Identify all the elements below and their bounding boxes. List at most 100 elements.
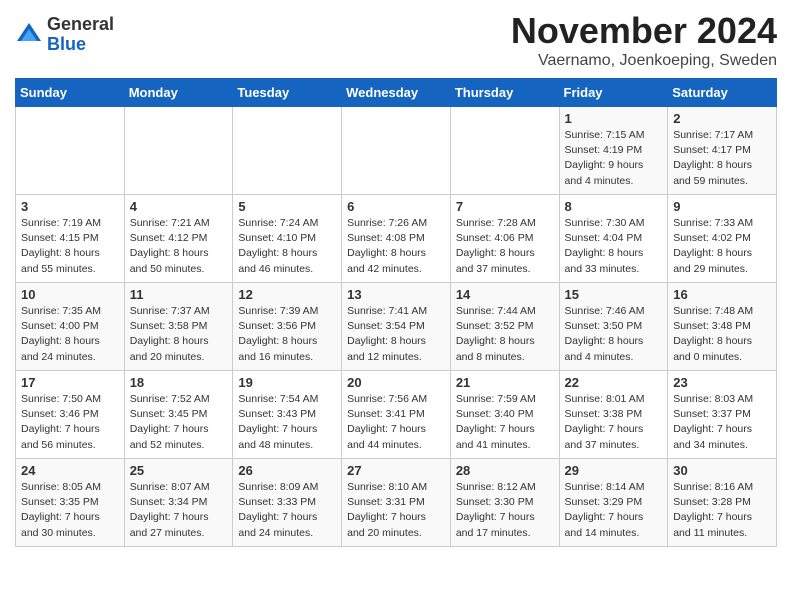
day-number: 18 — [130, 375, 228, 390]
day-number: 10 — [21, 287, 119, 302]
header-thursday: Thursday — [450, 79, 559, 107]
week-row-2: 3 Sunrise: 7:19 AM Sunset: 4:15 PM Daylig… — [16, 195, 777, 283]
calendar-body: 1 Sunrise: 7:15 AM Sunset: 4:19 PM Daylig… — [16, 107, 777, 547]
week-row-3: 10 Sunrise: 7:35 AM Sunset: 4:00 PM Dayli… — [16, 283, 777, 371]
calendar-table: SundayMondayTuesdayWednesdayThursdayFrid… — [15, 78, 777, 547]
calendar-cell: 11Sunrise: 7:37 AM Sunset: 3:58 PM Dayli… — [124, 283, 233, 371]
day-info: Sunrise: 7:59 AM Sunset: 3:40 PM Dayligh… — [456, 392, 554, 453]
day-number: 21 — [456, 375, 554, 390]
header-wednesday: Wednesday — [342, 79, 451, 107]
calendar-cell: 27 Sunrise: 8:10 AM Sunset: 3:31 PM Dayli… — [342, 459, 451, 547]
logo-blue-text: Blue — [47, 35, 114, 55]
calendar-cell — [233, 107, 342, 195]
calendar-cell: 14Sunrise: 7:44 AM Sunset: 3:52 PM Dayli… — [450, 283, 559, 371]
day-info: Sunrise: 7:15 AM Sunset: 4:19 PM Dayligh… — [565, 128, 663, 189]
day-info: Sunrise: 7:48 AM Sunset: 3:48 PM Dayligh… — [673, 304, 771, 365]
calendar-header: SundayMondayTuesdayWednesdayThursdayFrid… — [16, 79, 777, 107]
calendar-cell: 7 Sunrise: 7:28 AM Sunset: 4:06 PM Daylig… — [450, 195, 559, 283]
day-number: 25 — [130, 463, 228, 478]
logo-text: General Blue — [47, 15, 114, 55]
calendar-cell: 17 Sunrise: 7:50 AM Sunset: 3:46 PM Dayli… — [16, 371, 125, 459]
week-row-1: 1 Sunrise: 7:15 AM Sunset: 4:19 PM Daylig… — [16, 107, 777, 195]
day-info: Sunrise: 7:39 AM Sunset: 3:56 PM Dayligh… — [238, 304, 336, 365]
logo: General Blue — [15, 15, 114, 55]
logo-general-text: General — [47, 15, 114, 35]
calendar-cell — [16, 107, 125, 195]
location-title: Vaernamo, Joenkoeping, Sweden — [511, 52, 777, 70]
calendar-cell: 5Sunrise: 7:24 AM Sunset: 4:10 PM Daylig… — [233, 195, 342, 283]
day-info: Sunrise: 8:09 AM Sunset: 3:33 PM Dayligh… — [238, 480, 336, 541]
day-info: Sunrise: 8:16 AM Sunset: 3:28 PM Dayligh… — [673, 480, 771, 541]
day-number: 2 — [673, 111, 771, 126]
calendar-cell: 24Sunrise: 8:05 AM Sunset: 3:35 PM Dayli… — [16, 459, 125, 547]
day-info: Sunrise: 7:19 AM Sunset: 4:15 PM Dayligh… — [21, 216, 119, 277]
calendar-cell — [342, 107, 451, 195]
day-info: Sunrise: 7:56 AM Sunset: 3:41 PM Dayligh… — [347, 392, 445, 453]
calendar-cell: 18 Sunrise: 7:52 AM Sunset: 3:45 PM Dayli… — [124, 371, 233, 459]
day-number: 27 — [347, 463, 445, 478]
day-info: Sunrise: 7:54 AM Sunset: 3:43 PM Dayligh… — [238, 392, 336, 453]
calendar-cell: 15 Sunrise: 7:46 AM Sunset: 3:50 PM Dayli… — [559, 283, 668, 371]
calendar-cell: 9 Sunrise: 7:33 AM Sunset: 4:02 PM Daylig… — [668, 195, 777, 283]
day-number: 23 — [673, 375, 771, 390]
calendar-cell: 26 Sunrise: 8:09 AM Sunset: 3:33 PM Dayli… — [233, 459, 342, 547]
calendar-cell: 22 Sunrise: 8:01 AM Sunset: 3:38 PM Dayli… — [559, 371, 668, 459]
calendar-cell: 25Sunrise: 8:07 AM Sunset: 3:34 PM Dayli… — [124, 459, 233, 547]
day-number: 1 — [565, 111, 663, 126]
header-friday: Friday — [559, 79, 668, 107]
calendar-cell: 20 Sunrise: 7:56 AM Sunset: 3:41 PM Dayli… — [342, 371, 451, 459]
day-info: Sunrise: 8:05 AM Sunset: 3:35 PM Dayligh… — [21, 480, 119, 541]
calendar-cell: 23 Sunrise: 8:03 AM Sunset: 3:37 PM Dayli… — [668, 371, 777, 459]
header-tuesday: Tuesday — [233, 79, 342, 107]
day-number: 22 — [565, 375, 663, 390]
calendar-cell: 28Sunrise: 8:12 AM Sunset: 3:30 PM Dayli… — [450, 459, 559, 547]
day-number: 3 — [21, 199, 119, 214]
header-row: SundayMondayTuesdayWednesdayThursdayFrid… — [16, 79, 777, 107]
day-number: 8 — [565, 199, 663, 214]
day-number: 6 — [347, 199, 445, 214]
calendar-cell: 2 Sunrise: 7:17 AM Sunset: 4:17 PM Daylig… — [668, 107, 777, 195]
day-number: 5 — [238, 199, 336, 214]
calendar-cell: 8Sunrise: 7:30 AM Sunset: 4:04 PM Daylig… — [559, 195, 668, 283]
day-info: Sunrise: 7:17 AM Sunset: 4:17 PM Dayligh… — [673, 128, 771, 189]
day-number: 7 — [456, 199, 554, 214]
day-number: 12 — [238, 287, 336, 302]
day-number: 14 — [456, 287, 554, 302]
day-info: Sunrise: 7:21 AM Sunset: 4:12 PM Dayligh… — [130, 216, 228, 277]
day-info: Sunrise: 7:28 AM Sunset: 4:06 PM Dayligh… — [456, 216, 554, 277]
header-monday: Monday — [124, 79, 233, 107]
day-number: 11 — [130, 287, 228, 302]
day-info: Sunrise: 8:01 AM Sunset: 3:38 PM Dayligh… — [565, 392, 663, 453]
calendar-cell: 16 Sunrise: 7:48 AM Sunset: 3:48 PM Dayli… — [668, 283, 777, 371]
day-number: 17 — [21, 375, 119, 390]
calendar-cell: 4 Sunrise: 7:21 AM Sunset: 4:12 PM Daylig… — [124, 195, 233, 283]
day-number: 15 — [565, 287, 663, 302]
day-info: Sunrise: 8:03 AM Sunset: 3:37 PM Dayligh… — [673, 392, 771, 453]
day-info: Sunrise: 7:33 AM Sunset: 4:02 PM Dayligh… — [673, 216, 771, 277]
logo-icon — [15, 21, 43, 49]
day-info: Sunrise: 8:10 AM Sunset: 3:31 PM Dayligh… — [347, 480, 445, 541]
day-number: 4 — [130, 199, 228, 214]
day-number: 26 — [238, 463, 336, 478]
day-info: Sunrise: 7:46 AM Sunset: 3:50 PM Dayligh… — [565, 304, 663, 365]
day-info: Sunrise: 7:52 AM Sunset: 3:45 PM Dayligh… — [130, 392, 228, 453]
week-row-4: 17 Sunrise: 7:50 AM Sunset: 3:46 PM Dayli… — [16, 371, 777, 459]
day-number: 9 — [673, 199, 771, 214]
day-info: Sunrise: 7:50 AM Sunset: 3:46 PM Dayligh… — [21, 392, 119, 453]
day-info: Sunrise: 7:35 AM Sunset: 4:00 PM Dayligh… — [21, 304, 119, 365]
day-number: 20 — [347, 375, 445, 390]
day-number: 19 — [238, 375, 336, 390]
day-info: Sunrise: 8:12 AM Sunset: 3:30 PM Dayligh… — [456, 480, 554, 541]
calendar-cell: 6 Sunrise: 7:26 AM Sunset: 4:08 PM Daylig… — [342, 195, 451, 283]
day-info: Sunrise: 7:41 AM Sunset: 3:54 PM Dayligh… — [347, 304, 445, 365]
calendar-cell: 12 Sunrise: 7:39 AM Sunset: 3:56 PM Dayli… — [233, 283, 342, 371]
day-number: 16 — [673, 287, 771, 302]
calendar-cell: 10 Sunrise: 7:35 AM Sunset: 4:00 PM Dayli… — [16, 283, 125, 371]
day-info: Sunrise: 7:26 AM Sunset: 4:08 PM Dayligh… — [347, 216, 445, 277]
week-row-5: 24Sunrise: 8:05 AM Sunset: 3:35 PM Dayli… — [16, 459, 777, 547]
day-number: 29 — [565, 463, 663, 478]
calendar-cell — [124, 107, 233, 195]
day-number: 30 — [673, 463, 771, 478]
calendar-cell: 30 Sunrise: 8:16 AM Sunset: 3:28 PM Dayli… — [668, 459, 777, 547]
title-area: November 2024 Vaernamo, Joenkoeping, Swe… — [511, 10, 777, 70]
